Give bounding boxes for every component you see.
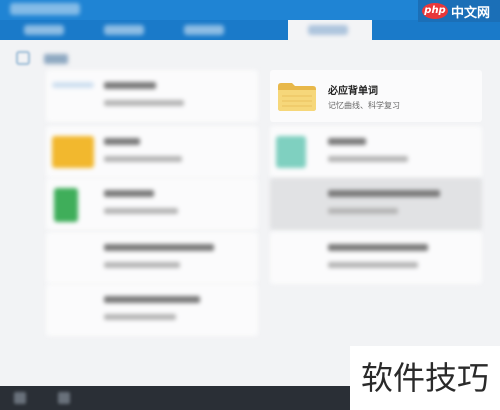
- card-title: [328, 244, 428, 251]
- card-title: [328, 138, 366, 145]
- card-subtitle: [104, 314, 176, 320]
- watermark-bottom-text: 软件技巧: [350, 346, 500, 410]
- php-badge: php: [422, 3, 448, 19]
- card-title: [104, 296, 200, 303]
- folder-icon: [278, 83, 316, 111]
- tab-label: [24, 25, 64, 35]
- card-subtitle: [104, 208, 178, 214]
- app-title: [10, 3, 80, 15]
- main-content: 必应背单词 记忆曲线、科学复习: [0, 40, 500, 386]
- app-card[interactable]: [46, 232, 258, 284]
- app-card[interactable]: [46, 284, 258, 336]
- card-subtitle: [328, 156, 408, 162]
- card-subtitle: 记忆曲线、科学复习: [328, 101, 400, 110]
- card-title: [104, 190, 154, 197]
- tab-active[interactable]: [288, 20, 372, 40]
- footer-icon[interactable]: [58, 392, 70, 404]
- card-subtitle: [104, 100, 184, 106]
- section-label: [44, 54, 68, 64]
- app-card[interactable]: [270, 178, 482, 230]
- card-title: 必应背单词: [328, 86, 378, 97]
- watermark-top-text: 中文网: [451, 5, 491, 21]
- app-thumbnail: [276, 136, 306, 168]
- card-subtitle: [104, 156, 182, 162]
- footer-icon[interactable]: [14, 392, 26, 404]
- card-title: [328, 190, 440, 197]
- memorize-words-card[interactable]: 必应背单词 记忆曲线、科学复习: [270, 70, 482, 122]
- app-thumbnail: [52, 136, 94, 168]
- tab-2[interactable]: [90, 20, 160, 40]
- app-card[interactable]: [270, 126, 482, 178]
- tab-label: [104, 25, 144, 35]
- tab-label: [308, 25, 348, 35]
- tab-1[interactable]: [10, 20, 80, 40]
- section-icon: [16, 51, 30, 65]
- tab-3[interactable]: [170, 20, 240, 40]
- watermark-logo: php 中文网: [418, 0, 500, 22]
- tab-label: [184, 25, 224, 35]
- app-card[interactable]: [46, 70, 258, 122]
- app-thumbnail: [52, 82, 94, 88]
- card-title: [104, 244, 214, 251]
- app-thumbnail: [54, 188, 78, 222]
- app-card[interactable]: [270, 232, 482, 284]
- card-subtitle: [328, 208, 398, 214]
- card-subtitle: [328, 262, 418, 268]
- tab-bar: [0, 20, 500, 40]
- app-card[interactable]: [46, 126, 258, 178]
- app-card[interactable]: [46, 178, 258, 230]
- card-title: [104, 82, 156, 89]
- card-subtitle: [104, 262, 180, 268]
- card-title: [104, 138, 140, 145]
